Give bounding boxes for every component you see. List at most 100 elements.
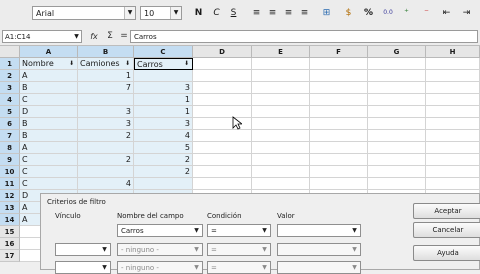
value-select-1[interactable]: ▼	[277, 224, 361, 237]
cell[interactable]	[310, 142, 368, 154]
underline-button[interactable]: S	[227, 6, 240, 20]
cell[interactable]	[310, 70, 368, 82]
cell[interactable]: 7	[78, 82, 134, 94]
cell[interactable]	[426, 178, 480, 190]
chevron-down-icon[interactable]: ▼	[260, 245, 269, 254]
align-center-icon[interactable]: ≡	[266, 6, 279, 20]
row-header[interactable]: 3	[0, 82, 20, 94]
row-header[interactable]: 5	[0, 106, 20, 118]
row-header[interactable]: 8	[0, 142, 20, 154]
cell[interactable]	[193, 70, 252, 82]
cell[interactable]	[252, 130, 310, 142]
chevron-down-icon[interactable]: ▼	[350, 226, 359, 235]
ok-button[interactable]: Aceptar	[413, 203, 480, 219]
function-wizard-icon[interactable]: fx	[88, 30, 100, 43]
cell[interactable]	[368, 178, 426, 190]
row-header[interactable]: 2	[0, 70, 20, 82]
cell[interactable]: C	[20, 154, 78, 166]
cell[interactable]	[426, 94, 480, 106]
value-select-2[interactable]: ▼	[277, 243, 361, 256]
number-format-button[interactable]: 0.0	[380, 6, 396, 20]
cell[interactable]	[310, 154, 368, 166]
row-header[interactable]: 1	[0, 58, 20, 70]
cell[interactable]: 3	[134, 118, 193, 130]
row-header[interactable]: 9	[0, 154, 20, 166]
row-header[interactable]: 13	[0, 202, 20, 214]
condition-select-1[interactable]: = ▼	[207, 224, 271, 237]
autofilter-dropdown-icon[interactable]: ⬇	[123, 59, 132, 68]
align-right-icon[interactable]: ≡	[282, 6, 295, 20]
help-button[interactable]: Ayuda	[413, 245, 480, 261]
column-header-d[interactable]: D	[193, 46, 252, 58]
percent-button[interactable]: %	[362, 6, 375, 20]
chevron-down-icon[interactable]: ▼	[260, 263, 269, 272]
cell[interactable]	[193, 118, 252, 130]
cell[interactable]	[368, 118, 426, 130]
cell[interactable]	[193, 58, 252, 70]
cell[interactable]	[78, 142, 134, 154]
cell[interactable]: 3	[134, 82, 193, 94]
cell[interactable]	[252, 94, 310, 106]
row-header[interactable]: 11	[0, 178, 20, 190]
field-name-select-3[interactable]: - ninguno - ▼	[117, 261, 203, 274]
cell[interactable]: 2	[134, 166, 193, 178]
cell[interactable]: 5	[134, 142, 193, 154]
indent-increase-icon[interactable]: ⇥	[460, 6, 473, 20]
sum-icon[interactable]: Σ	[104, 30, 116, 43]
cell[interactable]: 3	[78, 106, 134, 118]
chevron-down-icon[interactable]: ▼	[100, 263, 109, 272]
field-name-select-2[interactable]: - ninguno - ▼	[117, 243, 203, 256]
chevron-down-icon[interactable]: ▼	[72, 31, 81, 42]
row-header[interactable]: 16	[0, 238, 20, 250]
cell[interactable]	[426, 154, 480, 166]
cell[interactable]: 1	[134, 106, 193, 118]
cell[interactable]	[368, 58, 426, 70]
link-select-2[interactable]: ▼	[55, 243, 111, 256]
name-box[interactable]: A1:C14 ▼	[2, 30, 82, 43]
chevron-down-icon[interactable]: ▼	[170, 7, 181, 19]
delete-decimal-icon[interactable]: ⁻	[420, 6, 433, 20]
cell[interactable]: 1	[78, 70, 134, 82]
currency-button[interactable]: $	[342, 6, 355, 20]
formula-input[interactable]: Carros	[130, 30, 478, 43]
cell[interactable]	[426, 118, 480, 130]
cell[interactable]	[310, 130, 368, 142]
cell[interactable]: C	[20, 178, 78, 190]
cell[interactable]	[368, 166, 426, 178]
cell[interactable]	[310, 82, 368, 94]
column-header-b[interactable]: B	[78, 46, 134, 58]
cell[interactable]	[368, 142, 426, 154]
add-decimal-icon[interactable]: ⁺	[400, 6, 413, 20]
cell[interactable]	[426, 106, 480, 118]
cell[interactable]	[252, 70, 310, 82]
row-header[interactable]: 15	[0, 226, 20, 238]
cell[interactable]: B	[20, 82, 78, 94]
cell[interactable]	[310, 58, 368, 70]
cell[interactable]	[426, 130, 480, 142]
cell[interactable]	[252, 142, 310, 154]
cell[interactable]	[134, 178, 193, 190]
column-header-h[interactable]: H	[426, 46, 480, 58]
column-header-c[interactable]: C	[134, 46, 193, 58]
cell[interactable]	[310, 94, 368, 106]
cell[interactable]	[193, 142, 252, 154]
cell[interactable]	[426, 82, 480, 94]
column-header-f[interactable]: F	[310, 46, 368, 58]
chevron-down-icon[interactable]: ▼	[124, 7, 135, 19]
cell[interactable]	[426, 58, 480, 70]
cell[interactable]: D	[20, 106, 78, 118]
autofilter-dropdown-icon[interactable]: ⬇	[182, 59, 191, 68]
cell[interactable]: 3	[78, 118, 134, 130]
cell[interactable]	[310, 118, 368, 130]
bold-button[interactable]: N	[192, 6, 205, 20]
chevron-down-icon[interactable]: ▼	[192, 245, 201, 254]
cell[interactable]	[368, 154, 426, 166]
cell[interactable]	[78, 166, 134, 178]
cell[interactable]	[78, 94, 134, 106]
cell[interactable]	[252, 106, 310, 118]
cell[interactable]: C	[20, 166, 78, 178]
row-header[interactable]: 4	[0, 94, 20, 106]
cell[interactable]	[426, 142, 480, 154]
field-name-select-1[interactable]: Carros ▼	[117, 224, 203, 237]
italic-button[interactable]: C	[210, 6, 223, 20]
